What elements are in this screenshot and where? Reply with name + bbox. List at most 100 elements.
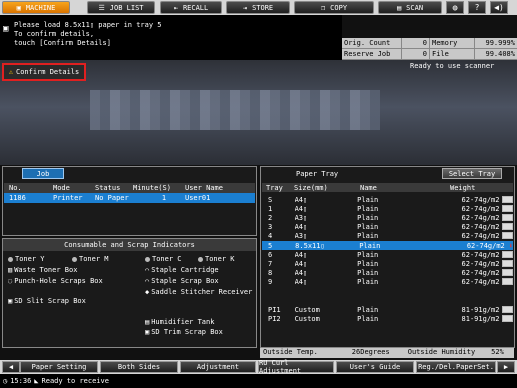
help-button[interactable]: ? bbox=[468, 1, 486, 14]
ru-curl-adjustment-button[interactable]: RU Curl Adjustment bbox=[258, 359, 334, 375]
paper-level-icon bbox=[502, 223, 513, 230]
scroll-right-button[interactable]: ▶ bbox=[497, 361, 515, 373]
volume-button[interactable]: ◀) bbox=[490, 1, 508, 14]
power-save-button[interactable]: ◍ bbox=[446, 1, 464, 14]
both-sides-button[interactable]: Both Sides bbox=[100, 361, 178, 373]
tray-paper-name: Plain bbox=[357, 268, 379, 277]
staple-icon: ⌒ bbox=[145, 277, 150, 285]
staple-icon: ⌒ bbox=[145, 266, 150, 274]
paper-tray-title: Paper Tray bbox=[296, 170, 339, 178]
tray-row[interactable]: 7 A4▯ Plain 62-74g/m2 bbox=[262, 259, 513, 268]
tray-weight: 62-74g/m2 bbox=[466, 241, 505, 250]
tray-row[interactable]: 9 A4▯ Plain 62-74g/m2 bbox=[262, 277, 513, 286]
toner-icon bbox=[198, 256, 203, 262]
paper-level-icon bbox=[502, 269, 513, 276]
tray-number: 1 bbox=[268, 204, 273, 213]
tray-weight: 62-74g/m2 bbox=[461, 250, 500, 259]
machine-illustration bbox=[90, 90, 380, 130]
tray-row[interactable]: 4 A3▯ Plain 62-74g/m2 bbox=[262, 231, 513, 240]
box-icon: ▣ bbox=[8, 297, 13, 305]
paper-level-icon bbox=[502, 278, 513, 285]
outside-conditions-bar: Outside Temp. 26Degrees Outside Humidity… bbox=[260, 348, 514, 358]
punch-hole-indicator: ◌ Punch-Hole Scraps Box bbox=[8, 277, 103, 285]
tray-size: A3▯ bbox=[294, 213, 308, 222]
scan-icon: ▤ bbox=[396, 3, 402, 12]
confirm-details-button[interactable]: ⚠ Confirm Details bbox=[2, 63, 86, 81]
store-icon: ⇥ bbox=[242, 3, 248, 12]
copy-icon: ❐ bbox=[320, 3, 326, 12]
tray-paper-name: Plain bbox=[357, 195, 379, 204]
tray-row[interactable]: PI1 Custom Plain 81-91g/m2 bbox=[262, 305, 513, 314]
sd-trim-indicator: ▣ SD Trim Scrap Box bbox=[145, 328, 223, 336]
status-box: Orig. Count 0 Memory 99.999% Reserve Job… bbox=[342, 38, 517, 69]
paper-level-icon bbox=[502, 196, 513, 203]
tray-size: A4▯ bbox=[294, 268, 308, 277]
scanner-status: Ready to use scanner bbox=[410, 62, 495, 70]
help-icon: ? bbox=[474, 3, 480, 12]
job-row[interactable]: 1186 Printer No Paper 1 User01 bbox=[4, 193, 255, 203]
reg-del-paperset-button[interactable]: Reg./Del.PaperSet. bbox=[416, 361, 496, 373]
job-table-header: No. Mode Status Minute(S) User Name bbox=[4, 183, 255, 193]
consumables-title: Consumable and Scrap Indicators bbox=[3, 239, 256, 251]
tab-store[interactable]: ⇥ STORE bbox=[226, 1, 290, 14]
tray-paper-name: Plain bbox=[359, 241, 381, 250]
paper-level-icon bbox=[502, 251, 513, 258]
paper-level-icon bbox=[502, 214, 513, 221]
tray-weight: 62-74g/m2 bbox=[461, 213, 500, 222]
tray-weight: 62-74g/m2 bbox=[461, 277, 500, 286]
toner-icon bbox=[145, 256, 150, 262]
box-icon: ▣ bbox=[145, 328, 150, 336]
tray-size: A4▯ bbox=[294, 204, 308, 213]
arrow-right-icon: ▶ bbox=[503, 363, 509, 371]
paper-setting-button[interactable]: Paper Setting bbox=[20, 361, 98, 373]
tray-row[interactable]: 6 A4▯ Plain 62-74g/m2 bbox=[262, 250, 513, 259]
job-tab[interactable]: Job bbox=[22, 168, 64, 179]
warning-icon: ⚠ bbox=[8, 68, 13, 76]
toner-icon bbox=[72, 256, 77, 262]
tray-paper-name: Plain bbox=[357, 204, 379, 213]
users-guide-button[interactable]: User's Guide bbox=[336, 361, 414, 373]
tray-number: 7 bbox=[268, 259, 273, 268]
tab-scan[interactable]: ▤ SCAN bbox=[378, 1, 442, 14]
toner-m-indicator: Toner M bbox=[72, 255, 109, 263]
tray-paper-name: Plain bbox=[357, 231, 379, 240]
tray-weight: 62-74g/m2 bbox=[461, 268, 500, 277]
tray-number: 2 bbox=[268, 213, 273, 222]
tray-size: A4▯ bbox=[294, 195, 308, 204]
adjustment-button[interactable]: Adjustment bbox=[180, 361, 256, 373]
tray-number: S bbox=[268, 195, 273, 204]
tab-machine[interactable]: ▣ MACHINE bbox=[2, 1, 70, 14]
saddle-stitcher-indicator: ◆ Saddle Stitcher Receiver bbox=[145, 288, 253, 296]
machine-icon: ▣ bbox=[16, 3, 21, 12]
sd-slit-indicator: ▣ SD Slit Scrap Box bbox=[8, 297, 86, 305]
tray-number: 5 bbox=[268, 241, 273, 250]
tray-number: PI1 bbox=[268, 305, 281, 314]
scroll-left-button[interactable]: ◀ bbox=[2, 361, 20, 373]
tray-weight: 62-74g/m2 bbox=[461, 195, 500, 204]
tray-paper-name: Plain bbox=[357, 314, 379, 323]
tab-job-list[interactable]: ☰ JOB LIST bbox=[87, 1, 155, 14]
toner-k-indicator: Toner K bbox=[198, 255, 235, 263]
staple-cartridge-indicator: ⌒ Staple Cartridge bbox=[145, 266, 219, 274]
tab-recall[interactable]: ⇤ RECALL bbox=[160, 1, 222, 14]
tray-row[interactable]: 1 A4▯ Plain 62-74g/m2 bbox=[262, 204, 513, 213]
power-save-icon: ◍ bbox=[452, 3, 458, 12]
paper-level-icon bbox=[502, 315, 513, 322]
tray-weight: 81-91g/m2 bbox=[461, 314, 500, 323]
footer-status: ◷ 15:36 ◣ Ready to receive bbox=[0, 374, 517, 388]
select-tray-button[interactable]: Select Tray bbox=[442, 168, 502, 179]
tray-weight: 81-91g/m2 bbox=[461, 305, 500, 314]
tray-paper-name: Plain bbox=[357, 250, 379, 259]
recall-icon: ⇤ bbox=[173, 3, 178, 12]
alert-icon: ▣ bbox=[3, 24, 9, 34]
tray-row[interactable]: PI2 Custom Plain 81-91g/m2 bbox=[262, 314, 513, 323]
tray-paper-name: Plain bbox=[357, 259, 379, 268]
tray-row[interactable]: 2 A3▯ Plain 62-74g/m2 bbox=[262, 213, 513, 222]
tray-row[interactable]: 3 A4▯ Plain 62-74g/m2 bbox=[262, 222, 513, 231]
tray-row[interactable]: 5 8.5x11▯ Plain 62-74g/m2 ⬇ bbox=[262, 241, 513, 250]
tray-number: 4 bbox=[268, 231, 273, 240]
tab-copy[interactable]: ❐ COPY bbox=[294, 1, 374, 14]
tray-row[interactable]: S A4▯ Plain 62-74g/m2 bbox=[262, 195, 513, 204]
tray-row[interactable]: 8 A4▯ Plain 62-74g/m2 bbox=[262, 268, 513, 277]
tray-size: A4▯ bbox=[294, 277, 308, 286]
